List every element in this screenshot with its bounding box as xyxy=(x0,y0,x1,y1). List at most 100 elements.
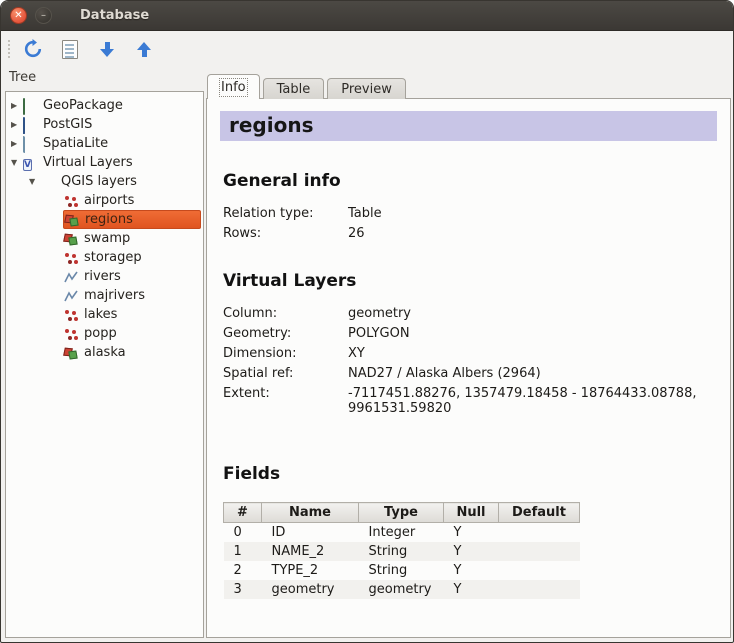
tree-item-airports[interactable]: airports xyxy=(6,191,203,210)
tab-preview[interactable]: Preview xyxy=(327,78,406,99)
tree-item-geopackage[interactable]: ▶ GeoPackage xyxy=(6,96,203,115)
tab-label: Table xyxy=(277,82,311,97)
info-label: Dimension: xyxy=(223,346,348,361)
column-header[interactable]: Null xyxy=(444,503,499,523)
fields-table-body: 0 ID Integer Y 1 NAME_2 String Y xyxy=(224,523,580,600)
point-layer-icon xyxy=(64,308,78,322)
expander-expanded-icon[interactable]: ▼ xyxy=(29,177,41,186)
table-row[interactable]: 2 TYPE_2 String Y xyxy=(224,561,580,580)
table-row[interactable]: 3 geometry geometry Y xyxy=(224,580,580,599)
info-value: -7117451.88276, 1357479.18458 - 18764433… xyxy=(348,386,717,416)
tab-table[interactable]: Table xyxy=(263,78,325,99)
info-label: Spatial ref: xyxy=(223,366,348,381)
minimize-button[interactable]: – xyxy=(35,7,52,24)
tree-item-lakes[interactable]: lakes xyxy=(6,305,203,324)
export-layer-button[interactable] xyxy=(127,35,161,63)
cell-index: 0 xyxy=(224,523,262,543)
expander-collapsed-icon[interactable]: ▶ xyxy=(11,139,23,148)
spatialite-icon xyxy=(23,137,37,151)
info-value: XY xyxy=(348,346,717,361)
point-layer-icon xyxy=(64,327,78,341)
tab-label: Preview xyxy=(341,82,392,97)
toolbar xyxy=(1,32,733,66)
cell-default xyxy=(499,561,580,580)
tree-item-regions[interactable]: regions xyxy=(6,210,203,229)
tree-item-alaska[interactable]: alaska xyxy=(6,343,203,362)
tree-item-label: storagep xyxy=(84,250,142,265)
tree-item-label: QGIS layers xyxy=(61,174,137,189)
tree-item-swamp[interactable]: swamp xyxy=(6,229,203,248)
tree-item-rivers[interactable]: rivers xyxy=(6,267,203,286)
tree-item-label: rivers xyxy=(84,269,121,284)
section-heading-fields: Fields xyxy=(223,464,717,484)
refresh-icon xyxy=(23,39,43,59)
tree-item-majrivers[interactable]: majrivers xyxy=(6,286,203,305)
minimize-icon: – xyxy=(41,11,46,21)
polygon-layer-icon xyxy=(64,346,78,360)
cell-null: Y xyxy=(444,523,499,543)
import-arrow-down-icon xyxy=(100,42,114,57)
import-layer-button[interactable] xyxy=(90,35,124,63)
column-header[interactable]: # xyxy=(224,503,262,523)
postgis-icon xyxy=(23,118,37,132)
tree-item-popp[interactable]: popp xyxy=(6,324,203,343)
info-panel: regions General info Relation type: Tabl… xyxy=(206,98,731,638)
export-arrow-up-icon xyxy=(137,42,151,57)
tree-item-postgis[interactable]: ▶ PostGIS xyxy=(6,115,203,134)
virtual-layers-icon: V xyxy=(23,156,37,170)
tree-item-label: Virtual Layers xyxy=(43,155,133,170)
info-label: Geometry: xyxy=(223,326,348,341)
column-header[interactable]: Name xyxy=(262,503,359,523)
section-heading-general-info: General info xyxy=(223,171,717,191)
table-row[interactable]: 1 NAME_2 String Y xyxy=(224,542,580,561)
column-header[interactable]: Default xyxy=(499,503,580,523)
tree-item-label: regions xyxy=(85,212,133,227)
tab-info[interactable]: Info xyxy=(207,74,260,99)
tree-item-label: majrivers xyxy=(84,288,145,303)
info-value: NAD27 / Alaska Albers (2964) xyxy=(348,366,717,381)
tab-label: Info xyxy=(221,80,246,95)
tree-item-qgis-layers[interactable]: ▼ QGIS layers xyxy=(6,172,203,191)
fields-table: #NameTypeNullDefault 0 ID Integer Y xyxy=(223,502,580,599)
refresh-button[interactable] xyxy=(16,35,50,63)
expander-expanded-icon[interactable]: ▼ xyxy=(11,158,23,167)
polygon-layer-icon xyxy=(64,232,78,246)
sql-window-button[interactable] xyxy=(53,35,87,63)
cell-default xyxy=(499,580,580,599)
point-layer-icon xyxy=(64,251,78,265)
tree-item-label: popp xyxy=(84,326,117,341)
info-value: 26 xyxy=(348,226,717,241)
toolbar-grip[interactable] xyxy=(7,39,11,59)
expander-collapsed-icon[interactable]: ▶ xyxy=(11,120,23,129)
line-layer-icon xyxy=(64,289,78,303)
tree-caption: Tree xyxy=(9,70,36,85)
cell-null: Y xyxy=(444,561,499,580)
cell-name: NAME_2 xyxy=(262,542,359,561)
info-label: Column: xyxy=(223,306,348,321)
tree-item-label: swamp xyxy=(84,231,130,246)
virtual-layers-rows: Column: geometry Geometry: POLYGON Dimen… xyxy=(223,306,717,416)
fields-table-header: #NameTypeNullDefault xyxy=(224,503,580,523)
tree-panel: ▶ GeoPackage ▶ PostGIS ▶ SpatiaLite ▼ V … xyxy=(5,91,204,638)
table-row[interactable]: 0 ID Integer Y xyxy=(224,523,580,543)
titlebar[interactable]: ✕ – Database xyxy=(1,1,733,31)
polygon-layer-icon xyxy=(65,213,79,227)
expander-collapsed-icon[interactable]: ▶ xyxy=(11,101,23,110)
geopackage-icon xyxy=(23,99,37,113)
cell-name: TYPE_2 xyxy=(262,561,359,580)
tree-item-storagep[interactable]: storagep xyxy=(6,248,203,267)
cell-index: 2 xyxy=(224,561,262,580)
window-title: Database xyxy=(80,8,149,23)
close-button[interactable]: ✕ xyxy=(10,7,27,24)
tree-item-virtual-layers[interactable]: ▼ V Virtual Layers xyxy=(6,153,203,172)
info-value: POLYGON xyxy=(348,326,717,341)
cell-name: ID xyxy=(262,523,359,543)
info-value: geometry xyxy=(348,306,717,321)
tree-item-label: airports xyxy=(84,193,134,208)
info-label: Rows: xyxy=(223,226,348,241)
tree-item-label: lakes xyxy=(84,307,117,322)
tree-item-spatialite[interactable]: ▶ SpatiaLite xyxy=(6,134,203,153)
info-label: Relation type: xyxy=(223,206,348,221)
column-header[interactable]: Type xyxy=(359,503,444,523)
cell-null: Y xyxy=(444,580,499,599)
